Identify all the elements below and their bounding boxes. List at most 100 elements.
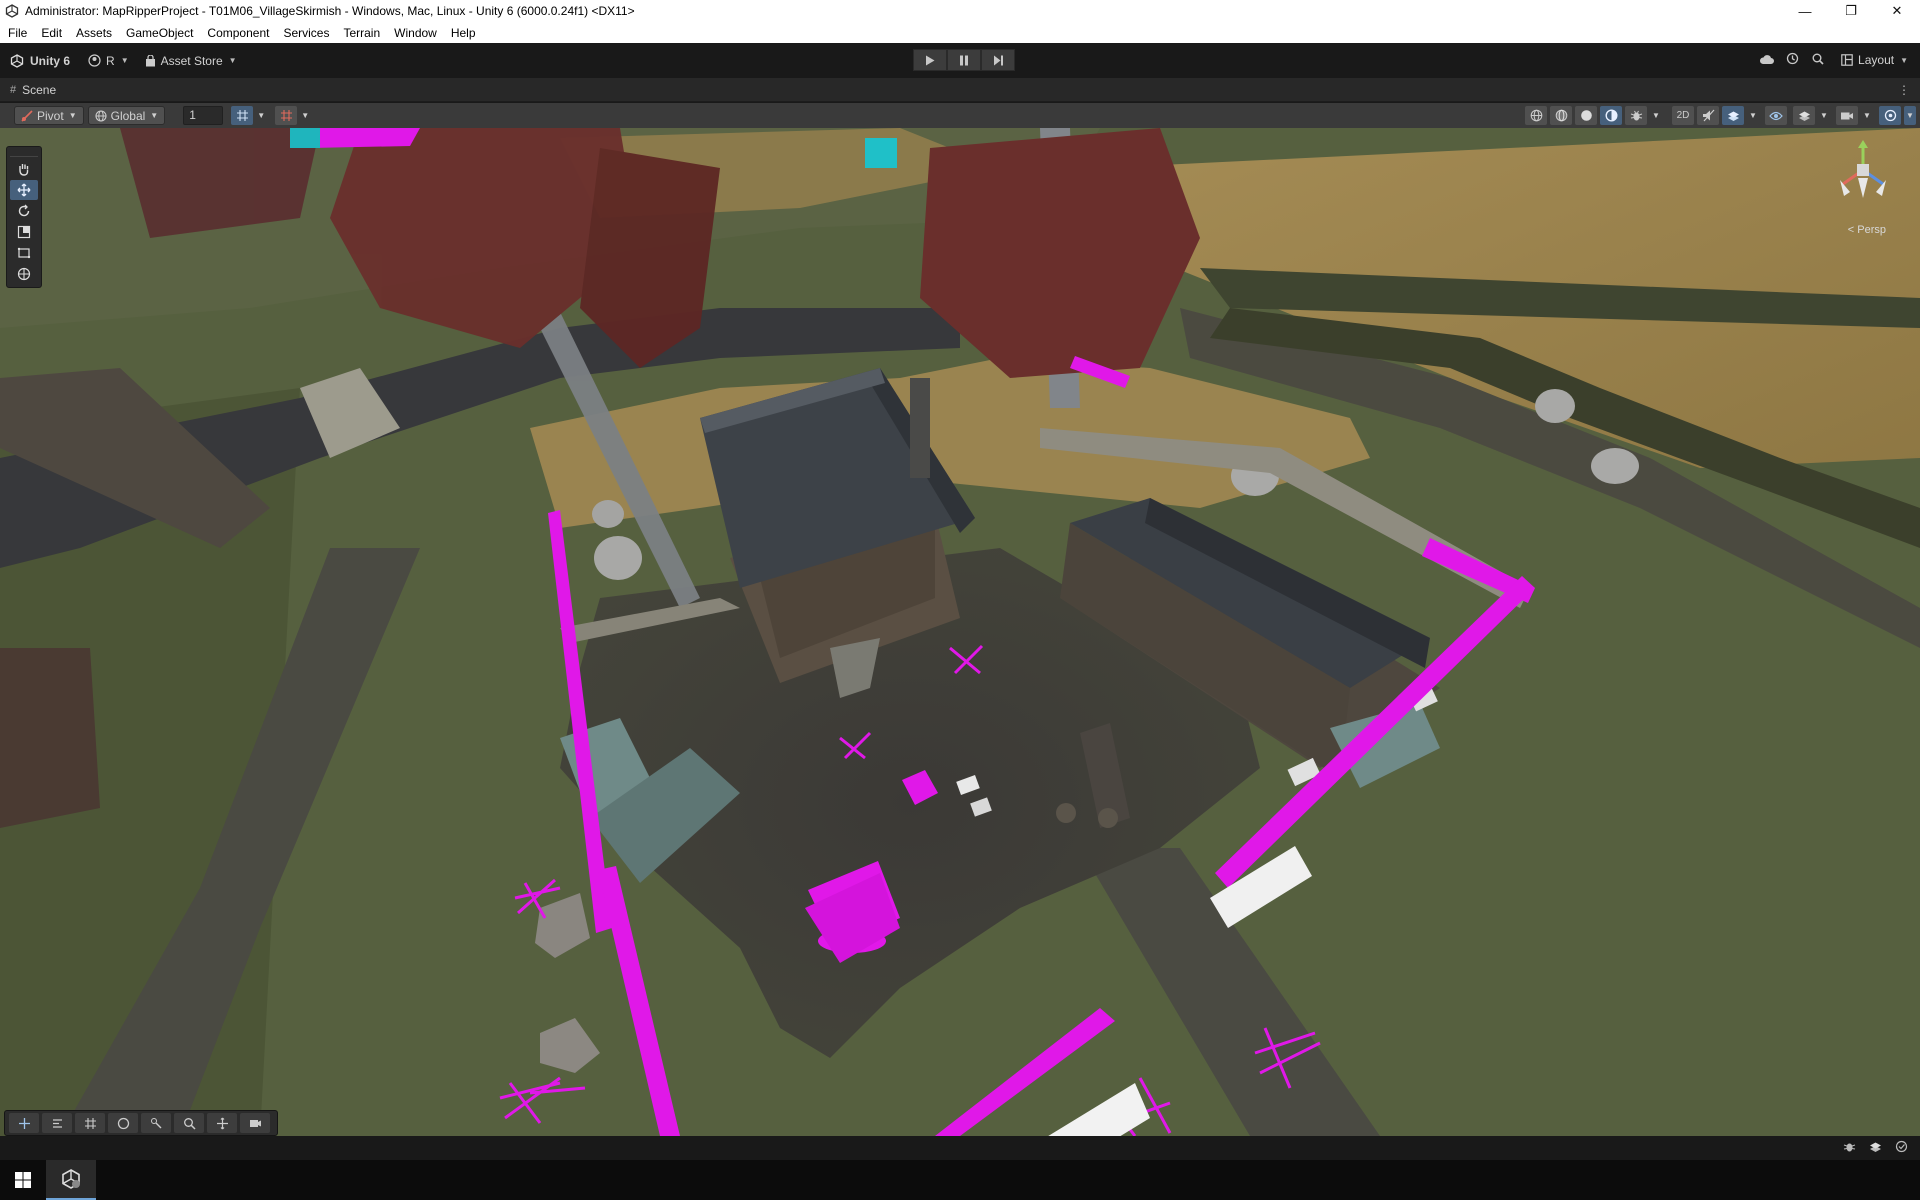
- incremental-snap-icon: [280, 110, 292, 121]
- scene-visibility-toggle[interactable]: [1765, 106, 1787, 125]
- menu-edit[interactable]: Edit: [41, 26, 62, 40]
- play-icon: [926, 55, 935, 65]
- windows-logo-icon: [15, 1172, 31, 1188]
- layout-icon: [1841, 54, 1853, 66]
- wireframe-sphere-icon: [1530, 109, 1542, 122]
- gizmos-toggle[interactable]: [1879, 106, 1901, 125]
- rect-tool-button[interactable]: [10, 243, 38, 263]
- effects-dropdown[interactable]: ▼: [1747, 106, 1759, 125]
- tab-scene[interactable]: # Scene: [0, 78, 56, 102]
- pause-icon: [960, 55, 968, 65]
- 2d-toggle[interactable]: 2D: [1672, 106, 1694, 125]
- overlay-grip[interactable]: [10, 149, 38, 157]
- orientation-gizmo[interactable]: [1828, 140, 1898, 230]
- playmode-controls: [913, 49, 1015, 71]
- overlay-sphere-button[interactable]: [108, 1113, 138, 1133]
- chevron-down-icon: ▼: [1749, 111, 1757, 120]
- menu-gameobject[interactable]: GameObject: [126, 26, 193, 40]
- chevron-down-icon: ▼: [1863, 111, 1871, 120]
- menu-assets[interactable]: Assets: [76, 26, 112, 40]
- tools-overlay: [6, 146, 42, 288]
- bag-icon: [145, 54, 155, 66]
- camera-dropdown[interactable]: ▼: [1861, 106, 1873, 125]
- start-button[interactable]: [0, 1160, 46, 1200]
- grid-snap-dropdown[interactable]: ▼: [255, 106, 268, 125]
- unlit-button[interactable]: [1600, 106, 1622, 125]
- move-tool-button[interactable]: [10, 180, 38, 200]
- chevron-down-icon: ▼: [1652, 111, 1660, 120]
- debug-draw-button[interactable]: [1625, 106, 1647, 125]
- tab-scene-label: Scene: [22, 82, 57, 97]
- overlay-pan-button[interactable]: [207, 1113, 237, 1133]
- move-icon: [17, 183, 31, 197]
- layers-icon[interactable]: [1862, 1140, 1888, 1156]
- pivot-dropdown[interactable]: Pivot ▼: [14, 106, 84, 125]
- menu-services[interactable]: Services: [283, 26, 329, 40]
- unity-label: Unity 6: [30, 53, 71, 68]
- hay-bale: [592, 500, 624, 528]
- layers-button[interactable]: [1793, 106, 1815, 125]
- debug-draw-dropdown[interactable]: ▼: [1650, 106, 1662, 125]
- account-dropdown[interactable]: R ▼: [88, 50, 129, 72]
- effects-toggle[interactable]: [1722, 106, 1744, 125]
- step-button[interactable]: [981, 49, 1015, 71]
- scene-viewport[interactable]: < Persp: [0, 128, 1920, 1136]
- close-button[interactable]: ✕: [1874, 0, 1920, 22]
- scale-tool-button[interactable]: [10, 222, 38, 242]
- main-toolbar: Unity 6 R ▼ Asset Store ▼ Layout ▼: [0, 43, 1920, 78]
- restore-button[interactable]: ❐: [1828, 0, 1874, 22]
- grid-increment-field[interactable]: 1: [183, 106, 224, 125]
- hay-bale: [1591, 448, 1639, 484]
- debug-icon[interactable]: [1836, 1140, 1862, 1156]
- camera-button[interactable]: [1836, 106, 1858, 125]
- rotate-tool-button[interactable]: [10, 201, 38, 221]
- overlay-grid-button[interactable]: [75, 1113, 105, 1133]
- minimize-button[interactable]: —: [1782, 0, 1828, 22]
- incremental-snap-dropdown[interactable]: ▼: [299, 106, 312, 125]
- effects-icon: [1727, 111, 1739, 121]
- draw-mode-button[interactable]: [1525, 106, 1547, 125]
- check-circle-icon[interactable]: [1888, 1140, 1914, 1156]
- shaded-button[interactable]: [1575, 106, 1597, 125]
- overlay-paint-button[interactable]: [141, 1113, 171, 1133]
- layers-dropdown[interactable]: ▼: [1818, 106, 1830, 125]
- cloud-icon[interactable]: [1753, 52, 1779, 68]
- search-icon[interactable]: [1805, 52, 1831, 68]
- taskbar-unity-app[interactable]: [46, 1160, 96, 1200]
- grid-icon: [84, 1117, 96, 1129]
- portable-toilet: [865, 138, 897, 168]
- layout-dropdown[interactable]: Layout ▼: [1841, 53, 1908, 67]
- menu-help[interactable]: Help: [451, 26, 476, 40]
- taskbar: [0, 1160, 1920, 1200]
- transform-tool-button[interactable]: [10, 264, 38, 284]
- layers-icon: [1798, 111, 1810, 121]
- history-icon[interactable]: [1779, 52, 1805, 68]
- incremental-snap-toggle[interactable]: [275, 106, 298, 125]
- unity-button[interactable]: Unity 6: [10, 50, 70, 72]
- grid-snap-toggle[interactable]: [231, 106, 254, 125]
- audio-muted-icon: [1702, 109, 1714, 122]
- axis-gizmo-icon: [1840, 140, 1886, 198]
- global-dropdown[interactable]: Global ▼: [87, 106, 166, 125]
- menu-terrain[interactable]: Terrain: [343, 26, 380, 40]
- overlay-align-button[interactable]: [42, 1113, 72, 1133]
- hand-tool-button[interactable]: [10, 159, 38, 179]
- menu-window[interactable]: Window: [394, 26, 437, 40]
- overlay-camera-button[interactable]: [240, 1113, 270, 1133]
- hand-icon: [19, 164, 29, 176]
- shaded-wireframe-button[interactable]: [1550, 106, 1572, 125]
- chevron-down-icon: ▼: [68, 111, 77, 120]
- more-options-icon[interactable]: ⋮: [1898, 83, 1910, 97]
- menu-component[interactable]: Component: [207, 26, 269, 40]
- gizmos-dropdown[interactable]: ▼: [1904, 106, 1916, 125]
- menu-file[interactable]: File: [8, 26, 27, 40]
- pan-icon: [216, 1117, 228, 1129]
- audio-toggle[interactable]: [1697, 106, 1719, 125]
- play-button[interactable]: [913, 49, 947, 71]
- overlay-search-button[interactable]: [174, 1113, 204, 1133]
- scene-toolbar-right: ▼ 2D ▼ ▼ ▼ ▼: [1522, 106, 1916, 125]
- overlay-move-button[interactable]: [9, 1113, 39, 1133]
- projection-label[interactable]: < Persp: [1848, 224, 1886, 236]
- pause-button[interactable]: [947, 49, 981, 71]
- asset-store-dropdown[interactable]: Asset Store ▼: [145, 50, 237, 72]
